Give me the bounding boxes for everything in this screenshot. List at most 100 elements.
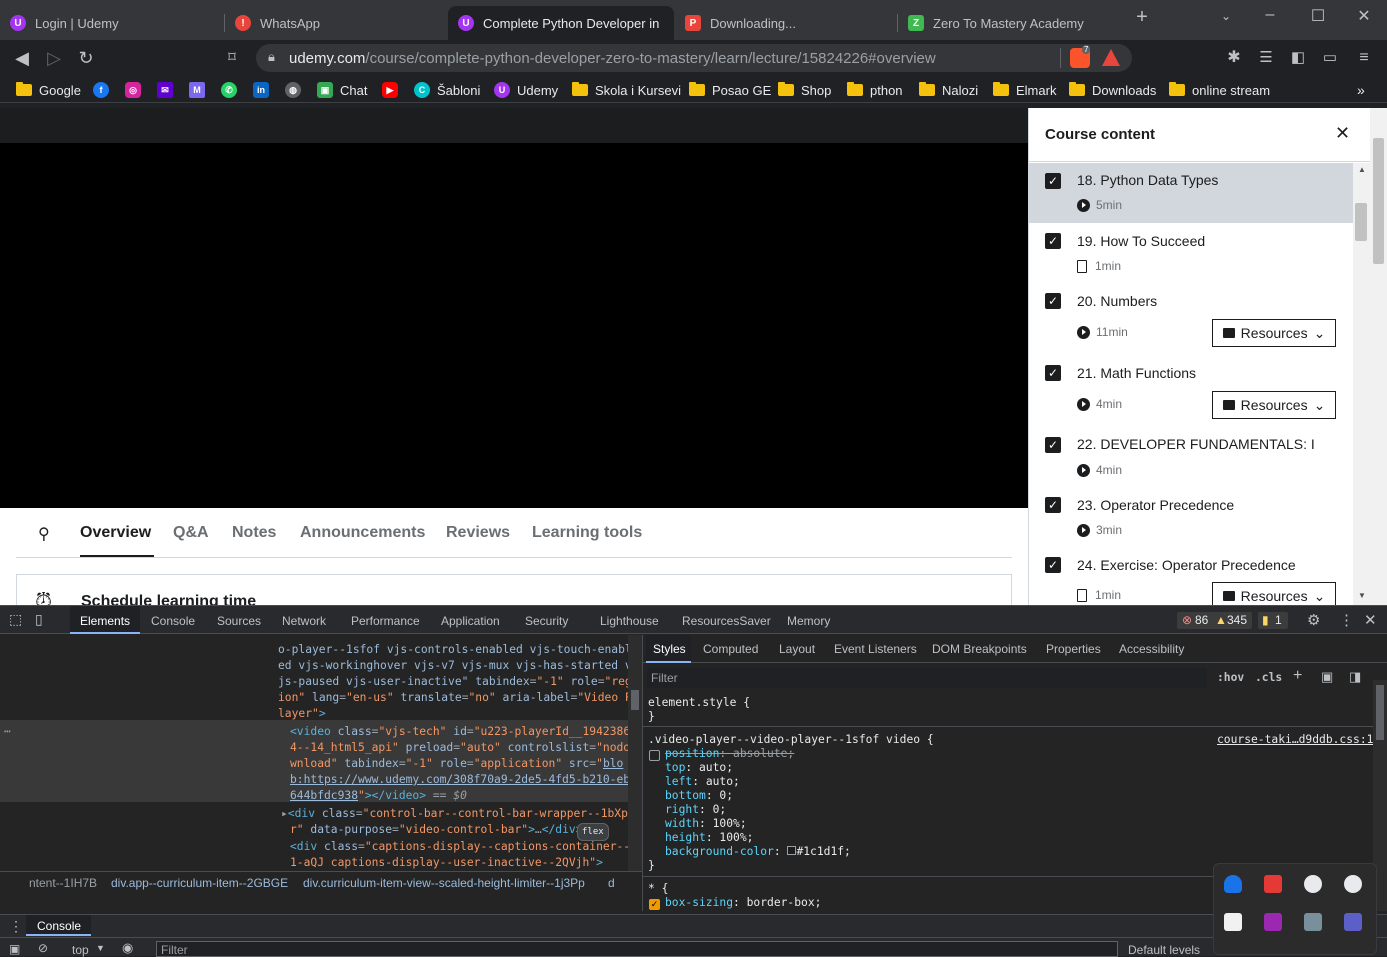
devtools-tab-network[interactable]: Network	[282, 614, 326, 628]
bookmark-shop[interactable]: Shop	[778, 80, 831, 100]
curriculum-item[interactable]: ✓ 24. Exercise: Operator Precedence 1min…	[1029, 547, 1353, 605]
style-tab-properties[interactable]: Properties	[1046, 642, 1101, 656]
breadcrumb-item[interactable]: div.app--curriculum-item--2GBGE	[111, 876, 288, 890]
context-dropdown-icon[interactable]: ▼	[96, 943, 105, 953]
curriculum-item[interactable]: ✓ 19. How To Succeed 1min	[1029, 223, 1353, 283]
resources-button[interactable]: Resources ⌄	[1212, 391, 1336, 419]
style-tab-layout[interactable]: Layout	[779, 642, 815, 656]
style-tab-computed[interactable]: Computed	[703, 642, 758, 656]
scroll-thumb[interactable]	[1355, 203, 1367, 241]
bookmark-sabloni[interactable]: C Šabloni	[414, 80, 480, 100]
property-checkbox[interactable]	[649, 750, 660, 761]
style-tab-dom-breakpoints[interactable]: DOM Breakpoints	[932, 642, 1027, 656]
address-field[interactable]: 🔒︎ udemy.com/course/complete-python-deve…	[256, 44, 1132, 72]
elements-scroll-thumb[interactable]	[631, 690, 639, 710]
more-options-icon[interactable]: ⋮	[1339, 611, 1354, 629]
live-expression-eye-icon[interactable]: ◉	[122, 940, 133, 956]
bookmark-skola[interactable]: Skola i Kursevi	[572, 80, 681, 100]
devtools-tab-resourcessaver[interactable]: ResourcesSaver	[682, 614, 771, 628]
checkbox-checked-icon[interactable]: ✓	[1045, 173, 1061, 189]
close-window-icon[interactable]: ✕	[1352, 6, 1376, 26]
tab-learning-tools[interactable]: Learning tools	[532, 524, 642, 542]
bookmark-chat[interactable]: ▣ Chat	[317, 80, 367, 100]
tab-qa[interactable]: Q&A	[173, 524, 209, 542]
new-tab-icon[interactable]: +	[1130, 6, 1154, 29]
drawer-console-tab[interactable]: Console	[26, 915, 91, 936]
hov-toggle[interactable]: :hov	[1217, 671, 1244, 684]
tab-login-udemy[interactable]: U Login | Udemy	[0, 6, 224, 40]
styles-filter-input[interactable]: Filter	[647, 668, 1207, 688]
menu-icon[interactable]: ≡	[1352, 46, 1376, 70]
curriculum-item[interactable]: ✓ 22. DEVELOPER FUNDAMENTALS: I 4min	[1029, 427, 1353, 487]
curriculum-item[interactable]: ✓ 18. Python Data Types 5min	[1029, 163, 1353, 223]
error-warning-counter[interactable]: ⊗ 86 ▲ 345	[1177, 612, 1252, 629]
computed-styles-icon[interactable]: ▣	[1321, 669, 1333, 685]
reload-icon[interactable]: ↻	[74, 46, 98, 70]
page-scrollbar[interactable]	[1370, 108, 1387, 605]
elements-scrollbar[interactable]	[628, 635, 642, 871]
onenote-icon[interactable]	[1264, 913, 1282, 931]
tab-zero-to-mastery[interactable]: Z Zero To Mastery Academy	[898, 6, 1120, 40]
minimize-icon[interactable]: –	[1258, 6, 1282, 24]
bookmark-online-stream[interactable]: online stream	[1169, 80, 1270, 100]
cls-toggle[interactable]: .cls	[1255, 671, 1282, 684]
devtools-tab-application[interactable]: Application	[441, 614, 500, 628]
devtools-tab-console[interactable]: Console	[151, 614, 195, 628]
bookmark-icon[interactable]: ⌑	[220, 46, 244, 70]
brave-shields-icon[interactable]: 7	[1070, 45, 1091, 68]
more-bookmarks-icon[interactable]: »	[1357, 80, 1365, 100]
curriculum-item[interactable]: ✓ 23. Operator Precedence 3min	[1029, 487, 1353, 547]
maximize-icon[interactable]: ☐	[1306, 6, 1330, 26]
forward-icon[interactable]: ▷	[42, 46, 66, 70]
tab-downloading[interactable]: P Downloading...	[675, 6, 897, 40]
devtools-tab-lighthouse[interactable]: Lighthouse	[600, 614, 659, 628]
bookmark-instagram[interactable]: ◎	[125, 80, 148, 100]
cloud-sync-error-icon[interactable]	[1304, 875, 1322, 893]
device-toolbar-icon[interactable]: ▯	[35, 611, 43, 628]
bookmark-posao[interactable]: Posao GE	[689, 80, 771, 100]
bookmark-downloads[interactable]: Downloads	[1069, 80, 1156, 100]
bookmark-elmark[interactable]: Elmark	[993, 80, 1056, 100]
drawer-menu-icon[interactable]: ⋮	[9, 918, 23, 935]
back-icon[interactable]: ◀	[10, 46, 34, 70]
bookmark-linkedin[interactable]: in	[253, 80, 276, 100]
bookmark-yahoo-mail[interactable]: ✉	[157, 80, 180, 100]
defender-warning-icon[interactable]	[1224, 875, 1242, 893]
tab-whatsapp[interactable]: ! WhatsApp	[225, 6, 447, 40]
style-tab-styles[interactable]: Styles	[653, 642, 686, 656]
css-source-link[interactable]: course-taki…d9ddb.css:1	[1217, 733, 1373, 746]
brave-rewards-icon[interactable]	[1102, 49, 1120, 66]
devtools-tab-sources[interactable]: Sources	[217, 614, 261, 628]
bookmark-globe[interactable]: ◍	[285, 80, 308, 100]
reading-list-icon[interactable]: ☰	[1254, 46, 1278, 70]
checkbox-checked-icon[interactable]: ✓	[1045, 293, 1061, 309]
tab-complete-python-developer[interactable]: U Complete Python Developer in	[448, 6, 674, 40]
style-tab-event-listeners[interactable]: Event Listeners	[834, 642, 917, 656]
close-sidebar-icon[interactable]: ✕	[1335, 123, 1350, 144]
toggle-sidebar-icon[interactable]: ◨	[1349, 669, 1361, 685]
search-icon[interactable]: ⚲	[38, 524, 50, 544]
close-devtools-icon[interactable]: ✕	[1364, 611, 1377, 629]
bookmark-whatsapp[interactable]: ✆	[221, 80, 244, 100]
devtools-tab-security[interactable]: Security	[525, 614, 568, 628]
inspect-element-icon[interactable]: ⬚	[9, 611, 22, 628]
styles-scroll-thumb[interactable]	[1376, 685, 1384, 740]
devtools-tab-memory[interactable]: Memory	[787, 614, 830, 628]
sidebar-scrollbar[interactable]: ▲ ▼	[1353, 163, 1371, 605]
bookmark-pthon[interactable]: pthon	[847, 80, 903, 100]
resources-button[interactable]: Resources ⌄	[1212, 319, 1336, 347]
curriculum-item[interactable]: ✓ 20. Numbers 11min Resources ⌄	[1029, 283, 1353, 355]
resources-button[interactable]: Resources ⌄	[1212, 582, 1336, 605]
tab-search-chevron-icon[interactable]: ⌄	[1214, 9, 1238, 23]
sidebar-icon[interactable]: ◧	[1286, 46, 1310, 70]
checkbox-checked-icon[interactable]: ✓	[1045, 365, 1061, 381]
tab-notes[interactable]: Notes	[232, 524, 276, 542]
style-tab-accessibility[interactable]: Accessibility	[1119, 642, 1184, 656]
settings-gear-icon[interactable]: ⚙	[1307, 611, 1320, 629]
video-player[interactable]	[0, 143, 1028, 508]
devtools-tab-elements[interactable]: Elements	[80, 614, 130, 628]
checkbox-checked-icon[interactable]: ✓	[1045, 557, 1061, 573]
breadcrumb-item[interactable]: div.curriculum-item-view--scaled-height-…	[303, 876, 585, 890]
teams-icon[interactable]	[1344, 913, 1362, 931]
network-adapter-icon[interactable]	[1304, 913, 1322, 931]
